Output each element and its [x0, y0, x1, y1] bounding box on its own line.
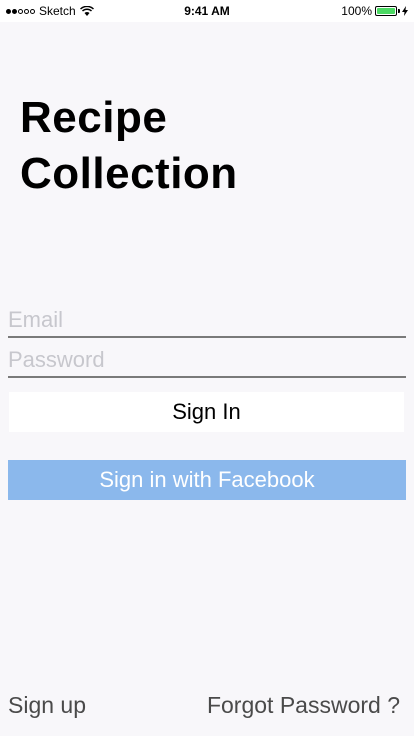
page-title: Recipe Collection — [20, 90, 238, 202]
sign-in-button[interactable]: Sign In — [9, 392, 404, 432]
battery-fill — [377, 8, 395, 14]
password-field[interactable] — [8, 344, 406, 378]
forgot-password-link[interactable]: Forgot Password ? — [207, 692, 400, 719]
battery-tip-icon — [398, 9, 400, 13]
charging-bolt-icon — [402, 6, 408, 16]
status-right: 100% — [341, 4, 408, 18]
title-line-2: Collection — [20, 149, 238, 198]
battery-percentage: 100% — [341, 4, 372, 18]
status-bar: Sketch 9:41 AM 100% — [0, 0, 414, 22]
battery-icon — [375, 6, 397, 16]
email-field[interactable] — [8, 304, 406, 338]
facebook-sign-in-button[interactable]: Sign in with Facebook — [8, 460, 406, 500]
sign-up-link[interactable]: Sign up — [8, 692, 86, 719]
title-line-1: Recipe — [20, 93, 168, 142]
